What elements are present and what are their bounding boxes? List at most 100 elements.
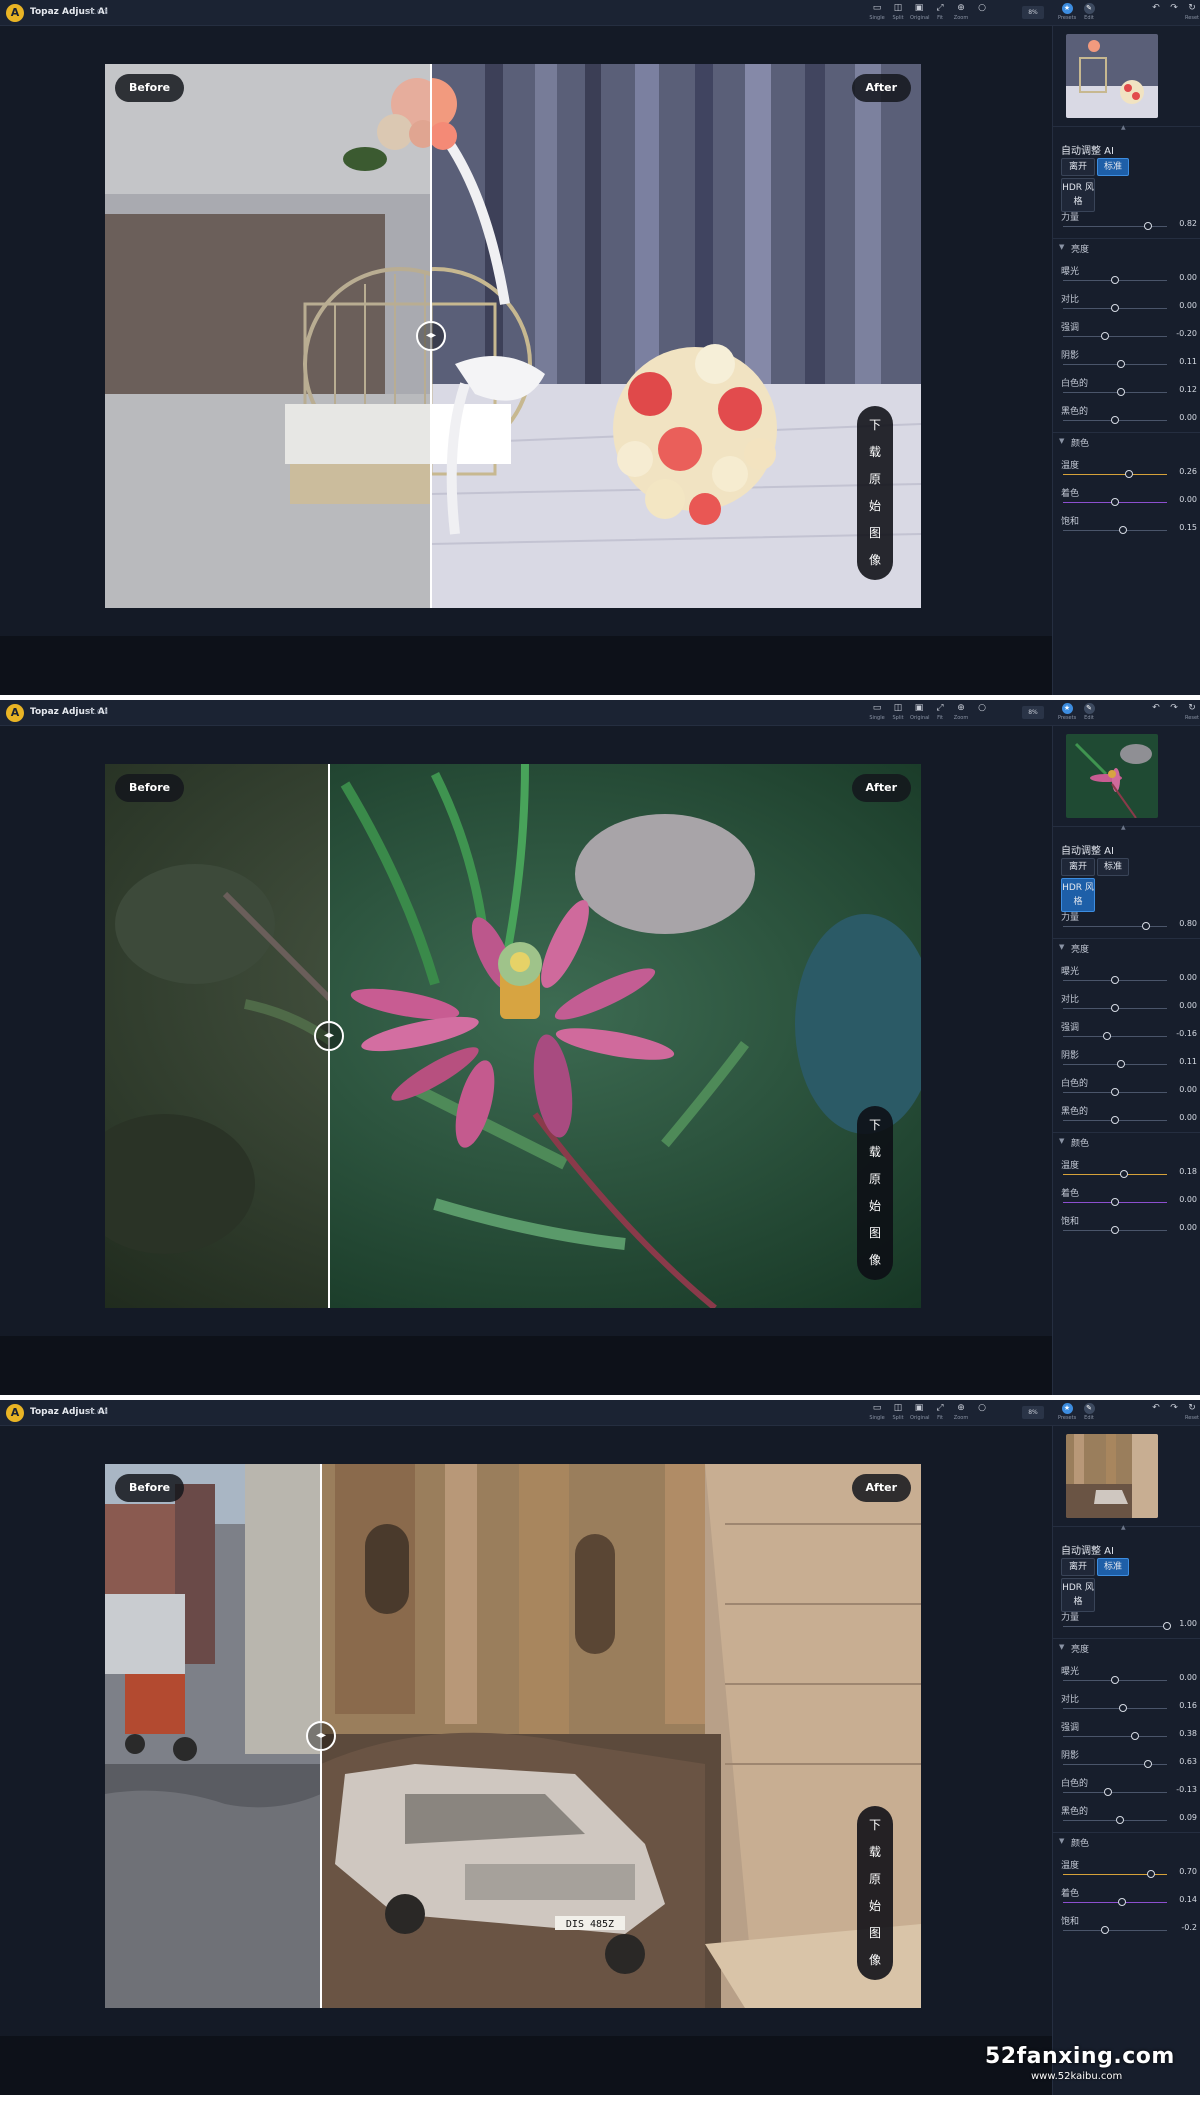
slider-value[interactable]: 0.16 <box>1171 1700 1197 1711</box>
mode-standard-button[interactable]: 标准 <box>1097 1558 1129 1576</box>
split-view-button[interactable]: ◫ Split <box>889 1402 907 1424</box>
slider-knob[interactable] <box>1118 1898 1127 1906</box>
single-view-button[interactable]: ▭ Single <box>868 702 886 724</box>
collapse-caret-icon[interactable]: ▲ <box>1121 1524 1126 1531</box>
zoom-level[interactable]: 8% <box>1022 1406 1044 1419</box>
slider-value[interactable]: 0.00 <box>1171 1084 1197 1095</box>
slider-track[interactable] <box>1063 1708 1167 1709</box>
slider-knob[interactable] <box>1111 1198 1119 1206</box>
slider-value[interactable]: 0.14 <box>1171 1894 1197 1905</box>
pan-button[interactable]: ○ <box>973 2 991 24</box>
slider-value[interactable]: 0.00 <box>1171 1222 1197 1233</box>
before-after-viewer[interactable]: DIS 485Z ◂▸ Before After 下 载 原 始 图 像 <box>105 1464 921 2008</box>
collapse-caret-icon[interactable]: ▲ <box>1121 824 1126 831</box>
slider-knob[interactable] <box>1111 1116 1119 1124</box>
slider-track[interactable] <box>1063 1902 1167 1903</box>
section-brightness[interactable]: ▼ 亮度 <box>1053 1638 1200 1656</box>
slider-value[interactable]: 0.26 <box>1171 466 1197 477</box>
mode-off-button[interactable]: 离开 <box>1061 158 1095 176</box>
tab-presets[interactable]: ★ Presets <box>1058 702 1076 724</box>
slider-value[interactable]: 0.00 <box>1171 1000 1197 1011</box>
slider-knob[interactable] <box>1130 1732 1139 1740</box>
before-after-viewer[interactable]: ◂▸ Before After 下 载 原 始 图 像 <box>105 64 921 608</box>
split-view-button[interactable]: ◫ Split <box>889 2 907 24</box>
section-color[interactable]: ▼ 颜色 <box>1053 1132 1200 1150</box>
tab-presets[interactable]: ★ Presets <box>1058 1402 1076 1424</box>
mode-hdr-button[interactable]: HDR 风格 <box>1061 178 1095 212</box>
slider-knob[interactable] <box>1163 1622 1171 1630</box>
slider-value[interactable]: -0.13 <box>1171 1784 1197 1795</box>
original-view-button[interactable]: ▣ Original <box>910 702 930 724</box>
slider-knob[interactable] <box>1100 332 1109 340</box>
mode-off-button[interactable]: 离开 <box>1061 1558 1095 1576</box>
section-color[interactable]: ▼ 颜色 <box>1053 1832 1200 1850</box>
download-original-button[interactable]: 下 载 原 始 图 像 <box>857 406 893 580</box>
download-original-button[interactable]: 下 载 原 始 图 像 <box>857 1806 893 1980</box>
slider-value[interactable]: 0.80 <box>1171 918 1197 929</box>
mode-standard-button[interactable]: 标准 <box>1097 858 1129 876</box>
mode-hdr-button[interactable]: HDR 风格 <box>1061 878 1095 912</box>
redo-button[interactable]: ↷ <box>1166 702 1182 724</box>
split-handle-icon[interactable]: ◂▸ <box>416 321 446 351</box>
slider-value[interactable]: -0.2 <box>1171 1922 1197 1933</box>
slider-track[interactable] <box>1063 926 1167 927</box>
slider-value[interactable]: 0.00 <box>1171 972 1197 983</box>
download-original-button[interactable]: 下 载 原 始 图 像 <box>857 1106 893 1280</box>
slider-track[interactable] <box>1063 1820 1167 1821</box>
reset-button[interactable]: ↻ Reset <box>1184 702 1200 724</box>
fit-button[interactable]: ⤢ Fit <box>931 702 949 724</box>
slider-knob[interactable] <box>1124 470 1133 478</box>
slider-knob[interactable] <box>1143 1760 1152 1768</box>
slider-value[interactable]: 0.15 <box>1171 522 1197 533</box>
mode-standard-button[interactable]: 标准 <box>1097 158 1129 176</box>
slider-value[interactable]: 0.38 <box>1171 1728 1197 1739</box>
original-view-button[interactable]: ▣ Original <box>910 1402 930 1424</box>
zoom-button[interactable]: ⊕ Zoom <box>952 2 970 24</box>
slider-knob[interactable] <box>1118 526 1127 534</box>
slider-knob[interactable] <box>1100 1926 1109 1934</box>
slider-knob[interactable] <box>1116 360 1125 368</box>
slider-value[interactable]: 0.63 <box>1171 1756 1197 1767</box>
single-view-button[interactable]: ▭ Single <box>868 1402 886 1424</box>
pan-button[interactable]: ○ <box>973 702 991 724</box>
original-view-button[interactable]: ▣ Original <box>910 2 930 24</box>
slider-track[interactable] <box>1063 1174 1167 1175</box>
slider-knob[interactable] <box>1102 1032 1111 1040</box>
slider-knob[interactable] <box>1111 1226 1119 1234</box>
slider-value[interactable]: 0.11 <box>1171 1056 1197 1067</box>
slider-value[interactable]: -0.16 <box>1171 1028 1197 1039</box>
pan-button[interactable]: ○ <box>973 1402 991 1424</box>
before-after-viewer[interactable]: ◂▸ Before After 下 载 原 始 图 像 <box>105 764 921 1308</box>
slider-track[interactable] <box>1063 1064 1167 1065</box>
slider-track[interactable] <box>1063 530 1167 531</box>
preview-thumbnail[interactable] <box>1066 1434 1158 1518</box>
tab-edit[interactable]: ✎ Edit <box>1080 1402 1098 1424</box>
undo-button[interactable]: ↶ <box>1148 702 1164 724</box>
fit-button[interactable]: ⤢ Fit <box>931 2 949 24</box>
zoom-level[interactable]: 8% <box>1022 6 1044 19</box>
reset-button[interactable]: ↻ Reset <box>1184 1402 1200 1424</box>
slider-track[interactable] <box>1063 1736 1167 1737</box>
redo-button[interactable]: ↷ <box>1166 2 1182 24</box>
slider-value[interactable]: 0.00 <box>1171 300 1197 311</box>
slider-value[interactable]: 0.00 <box>1171 1672 1197 1683</box>
slider-value[interactable]: 0.00 <box>1171 1194 1197 1205</box>
slider-knob[interactable] <box>1147 1870 1156 1878</box>
undo-button[interactable]: ↶ <box>1148 1402 1164 1424</box>
slider-track[interactable] <box>1063 392 1167 393</box>
slider-knob[interactable] <box>1119 1704 1128 1712</box>
slider-knob[interactable] <box>1111 416 1119 424</box>
slider-value[interactable]: 0.18 <box>1171 1166 1197 1177</box>
mode-off-button[interactable]: 离开 <box>1061 858 1095 876</box>
slider-track[interactable] <box>1063 1792 1167 1793</box>
slider-track[interactable] <box>1063 474 1167 475</box>
fit-button[interactable]: ⤢ Fit <box>931 1402 949 1424</box>
slider-knob[interactable] <box>1111 498 1119 506</box>
reset-button[interactable]: ↻ Reset <box>1184 2 1200 24</box>
slider-knob[interactable] <box>1115 1816 1124 1824</box>
preview-thumbnail[interactable] <box>1066 34 1158 118</box>
slider-value[interactable]: 0.09 <box>1171 1812 1197 1823</box>
slider-value[interactable]: 0.00 <box>1171 272 1197 283</box>
slider-track[interactable] <box>1063 364 1167 365</box>
split-handle-icon[interactable]: ◂▸ <box>314 1021 344 1051</box>
